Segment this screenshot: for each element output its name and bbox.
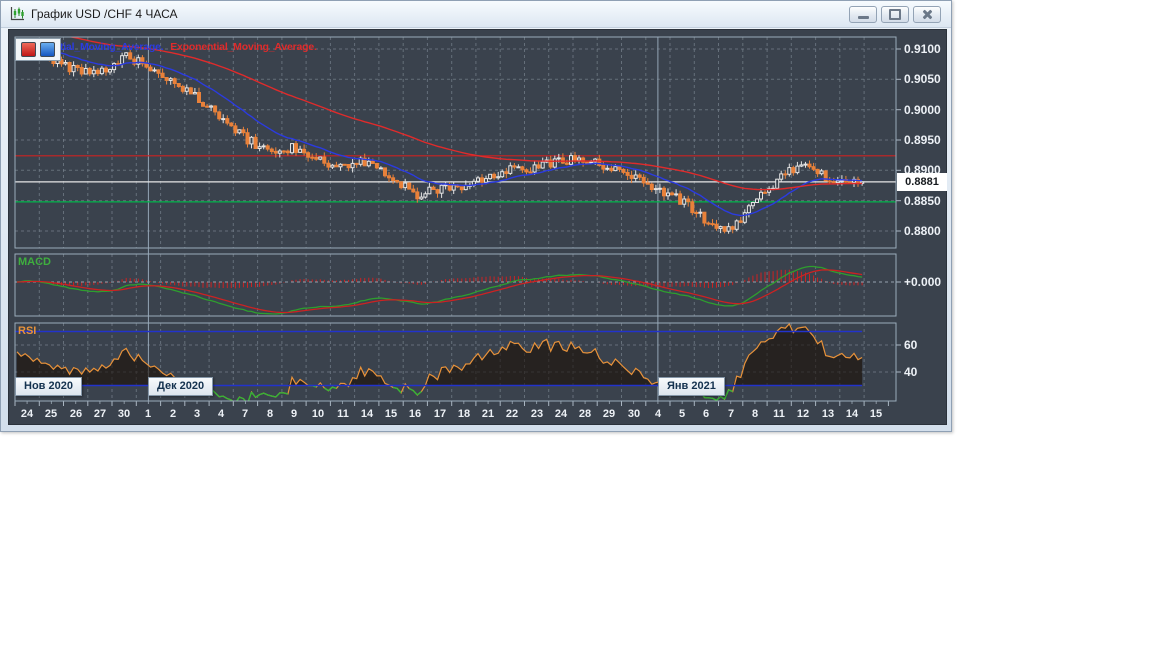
titlebar[interactable]: График USD /CHF 4 ЧАСА <box>1 1 951 28</box>
chart-window: График USD /CHF 4 ЧАСА Exponential_Movin… <box>0 0 952 432</box>
legend-color-buttons[interactable] <box>15 38 61 61</box>
close-button[interactable] <box>913 5 941 23</box>
maximize-button[interactable] <box>881 5 909 23</box>
candlestick-chart-icon <box>9 6 25 22</box>
window-title: График USD /CHF 4 ЧАСА <box>31 7 178 21</box>
blue-color-swatch-icon[interactable] <box>40 42 55 57</box>
window-controls <box>849 5 941 23</box>
chart-area[interactable] <box>8 29 947 425</box>
minimize-icon <box>857 15 869 19</box>
close-icon <box>922 9 933 20</box>
red-color-swatch-icon[interactable] <box>21 42 36 57</box>
minimize-button[interactable] <box>849 5 877 23</box>
maximize-icon <box>889 8 901 20</box>
